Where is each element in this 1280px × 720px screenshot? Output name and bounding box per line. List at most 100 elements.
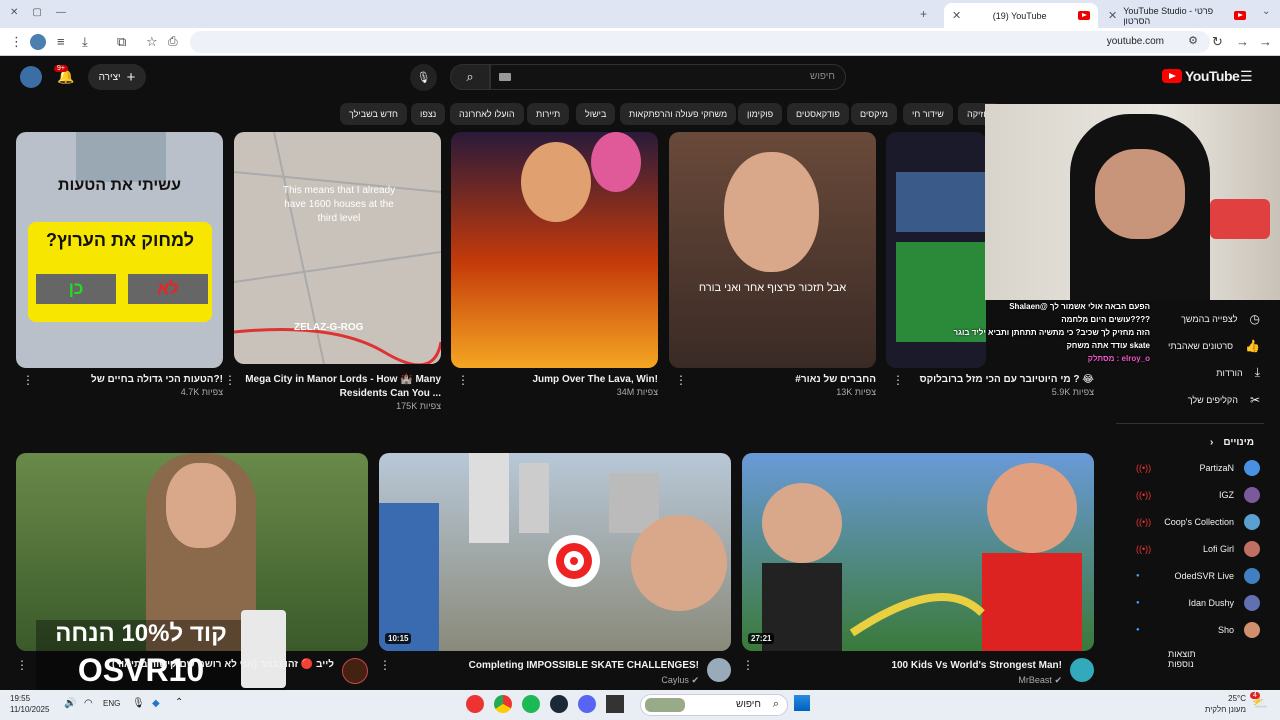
tab-youtube[interactable]: ✕ (19) YouTube (944, 3, 1098, 28)
chip-live[interactable]: שידור חי (903, 103, 953, 125)
wifi-icon[interactable]: ◠ (84, 698, 93, 709)
taskbar-search[interactable]: חיפוש ⌕ (640, 694, 788, 716)
app-icon-record[interactable] (466, 695, 484, 713)
download-icon[interactable]: ⤓ (82, 34, 88, 50)
discord-icon[interactable] (578, 695, 596, 713)
channel-name[interactable]: Caylus ✔ (399, 675, 699, 686)
subscription-item[interactable]: ((•)) Coop's Collection (1120, 510, 1260, 534)
more-options-icon[interactable]: ⋮ (457, 373, 469, 387)
subscription-item[interactable]: ((•)) PartizaN (1120, 456, 1260, 480)
playlist-icon[interactable]: ≡ (57, 34, 65, 49)
new-content-dot-icon: ● (1136, 600, 1140, 606)
subscription-item[interactable]: ● OdedSVR Live (1120, 564, 1260, 588)
site-settings-icon[interactable]: ⚙ (1188, 34, 1198, 47)
channel-avatar (1244, 595, 1260, 611)
sidebar-item-clips[interactable]: הקליפים שלך ✂ (1120, 386, 1260, 413)
profile-avatar[interactable] (30, 34, 46, 50)
window-controls[interactable]: ✕▢— (10, 7, 80, 18)
video-title[interactable]: הטעות הכי גדולה בחיים של?! (36, 373, 223, 387)
voice-search-button[interactable]: 🎙 (410, 64, 437, 91)
bookmark-star-icon[interactable]: ☆ (146, 34, 158, 50)
chip-recently-uploaded[interactable]: הועלו לאחרונה (450, 103, 524, 125)
close-icon[interactable]: ✕ (952, 9, 961, 22)
more-options-icon[interactable]: ⋮ (16, 658, 28, 672)
sidebar-item-liked-videos[interactable]: סרטונים שאהבתי 👍 (1120, 332, 1260, 359)
video-thumbnail[interactable]: This means that I already have 1600 hous… (234, 132, 441, 364)
chip-travel[interactable]: תיירות (527, 103, 570, 125)
more-options-icon[interactable]: ⋮ (892, 373, 904, 387)
sidebar-library: לצפייה בהמשך ◷ סרטונים שאהבתי 👍 הורדות ⤓ הק… (1120, 305, 1260, 413)
channel-avatar[interactable] (342, 658, 368, 684)
more-options-icon[interactable]: ⋮ (742, 658, 754, 672)
subscription-item[interactable]: ((•)) IGZ (1120, 483, 1260, 507)
chip-watched[interactable]: נצפו (411, 103, 446, 125)
sidebar-divider (1116, 423, 1264, 424)
search-button[interactable]: ⌕ (450, 64, 490, 90)
subscription-item[interactable]: ● Sho (1120, 618, 1260, 642)
chip-podcasts[interactable]: פודקאסטים (787, 103, 849, 125)
video-title[interactable]: Mega City in Manor Lords - How 🏰 Many Re… (234, 373, 441, 401)
more-options-icon[interactable]: ⋮ (675, 373, 687, 387)
sidebar-item-downloads[interactable]: הורדות ⤓ (1120, 359, 1260, 386)
more-options-icon[interactable]: ⋮ (22, 373, 34, 387)
new-tab-button[interactable]: + (920, 7, 927, 21)
spotify-icon[interactable] (522, 695, 540, 713)
forward-icon[interactable]: → (1236, 34, 1249, 49)
install-app-icon[interactable]: ⎙ (168, 34, 178, 49)
video-title[interactable]: 100 Kids Vs World's Strongest Man! (762, 659, 1062, 673)
more-options-icon[interactable]: ⋮ (379, 658, 391, 672)
chip-pokemon[interactable]: פוקימון (738, 103, 783, 125)
windows-start-icon[interactable] (794, 695, 810, 711)
video-title[interactable]: לייב 🔴 זהו נגמר (אני לא רושם שם קישור בת… (36, 658, 334, 686)
omnibox[interactable]: ☆ ⎙ youtube.com ⚙ (146, 31, 1210, 53)
sidebar-item-watch-later[interactable]: לצפייה בהמשך ◷ (1120, 305, 1260, 332)
subscription-item[interactable]: ● Idan Dushy (1120, 591, 1260, 615)
more-options-icon[interactable]: ⋮ (224, 373, 236, 387)
keyboard-icon[interactable] (499, 73, 511, 81)
mic-tray-icon[interactable]: 🎙 (132, 698, 145, 709)
chip-new-for-you[interactable]: חדש בשבילך (340, 103, 407, 125)
chip-cooking[interactable]: בישול (576, 103, 616, 125)
video-title[interactable]: Jump Over The Lava, Win! (451, 373, 659, 387)
weather-widget[interactable]: 25°C מעונן חלקית (1200, 693, 1246, 715)
video-thumbnail[interactable]: 10:15 (379, 453, 731, 651)
video-title[interactable]: #החברים של נאור (669, 373, 876, 387)
youtube-logo[interactable]: YouTube (1162, 68, 1240, 84)
create-button[interactable]: יצירה + (88, 64, 146, 90)
menu-icon[interactable]: ⋮ (10, 34, 23, 50)
tab-search-icon[interactable]: ⌄ (1262, 6, 1270, 17)
app-icon-generic[interactable] (606, 695, 624, 713)
back-icon[interactable]: → (1259, 34, 1272, 49)
account-avatar[interactable] (20, 66, 42, 88)
hamburger-menu-icon[interactable]: ☰ (1240, 68, 1253, 85)
subscriptions-header[interactable]: › מינויים (1120, 437, 1254, 448)
channel-avatar[interactable] (707, 658, 731, 682)
video-thumbnail[interactable]: 27:21 (742, 453, 1094, 651)
video-thumbnail[interactable]: אבל תזכור פרצוף אחר ואני בורח (669, 132, 876, 368)
video-thumbnail[interactable] (451, 132, 658, 368)
app-tray-icon[interactable]: ◆ (152, 698, 160, 709)
subscription-item[interactable]: ((•)) Lofi Girl (1120, 537, 1260, 561)
channel-name[interactable]: MrBeast ✔ (762, 675, 1062, 686)
reload-icon[interactable]: ↻ (1212, 34, 1223, 50)
extensions-icon[interactable]: ⧉ (117, 34, 126, 50)
channel-avatar[interactable] (1070, 658, 1094, 682)
show-more-button[interactable]: ⌄ תוצאות נוספות (1120, 649, 1260, 669)
clock[interactable]: 19:55 11/10/2025 (10, 693, 49, 715)
volume-icon[interactable]: 🔊 (64, 698, 76, 709)
chip-action-adventure[interactable]: משחקי פעולה והרפתקאות (620, 103, 737, 125)
steam-icon[interactable] (550, 695, 568, 713)
chrome-icon[interactable] (494, 695, 512, 713)
language-indicator[interactable]: ENG (103, 699, 120, 708)
chip-mixes[interactable]: מיקסים (851, 103, 897, 125)
search-input[interactable]: חיפוש (490, 64, 846, 90)
close-icon[interactable]: ✕ (1108, 9, 1117, 22)
chevron-up-icon[interactable]: ⌃ (175, 697, 183, 708)
tab-youtube-studio[interactable]: ✕ YouTube Studio - פרטי הסרטון (1100, 3, 1254, 28)
thumbnail-face (724, 152, 819, 272)
chevron-icon: › (1210, 437, 1214, 448)
video-title[interactable]: Completing IMPOSSIBLE SKATE CHALLENGES! (399, 659, 699, 673)
video-thumbnail[interactable]: עשיתי את הטעות למחוק את הערוץ? כן לא (16, 132, 223, 368)
video-info: ⋮ #החברים של נאור 13K צפיות (669, 373, 876, 397)
scissors-icon: ✂ (1249, 392, 1260, 407)
